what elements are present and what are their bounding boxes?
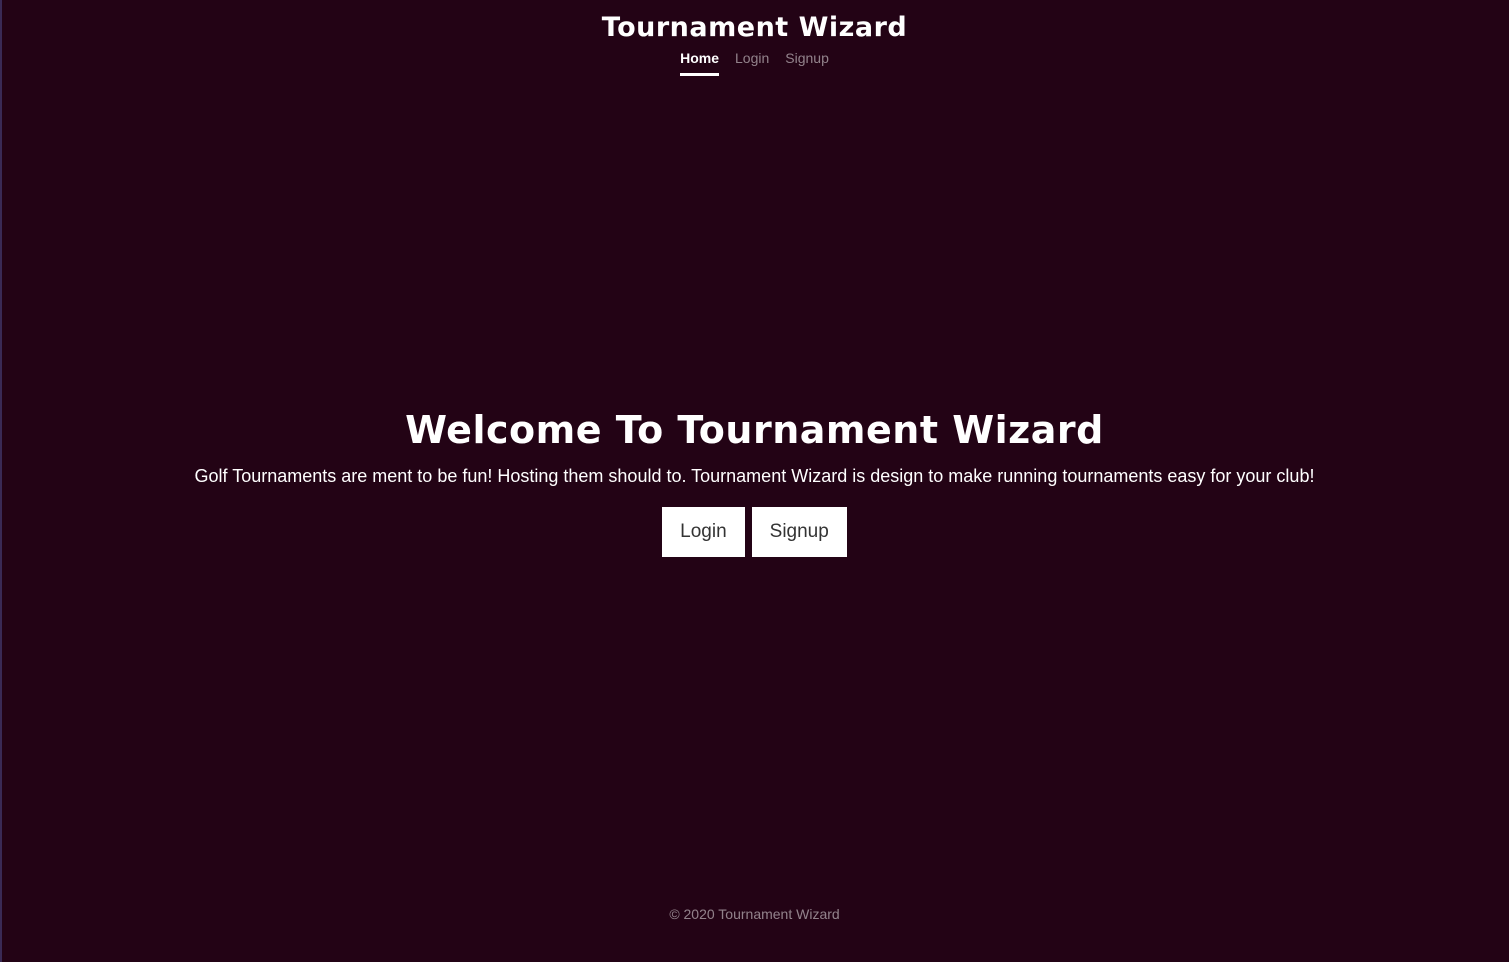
copyright-text: © 2020 Tournament Wizard [669,906,840,922]
hero-title: Welcome To Tournament Wizard [405,408,1104,452]
hero-section: Welcome To Tournament Wizard Golf Tourna… [0,408,1509,557]
nav-link-home[interactable]: Home [680,50,720,76]
main-nav: Home Login Signup [0,50,1509,76]
site-footer: © 2020 Tournament Wizard [0,906,1509,922]
nav-link-login[interactable]: Login [735,50,769,76]
site-header: Tournament Wizard Home Login Signup [0,0,1509,76]
signup-button[interactable]: Signup [751,507,847,557]
login-button[interactable]: Login [662,507,745,557]
hero-button-row: Login Signup [0,507,1509,557]
hero-lead: Golf Tournaments are ment to be fun! Hos… [194,466,1315,486]
nav-link-signup[interactable]: Signup [785,50,829,76]
brand-title[interactable]: Tournament Wizard [0,12,1509,43]
